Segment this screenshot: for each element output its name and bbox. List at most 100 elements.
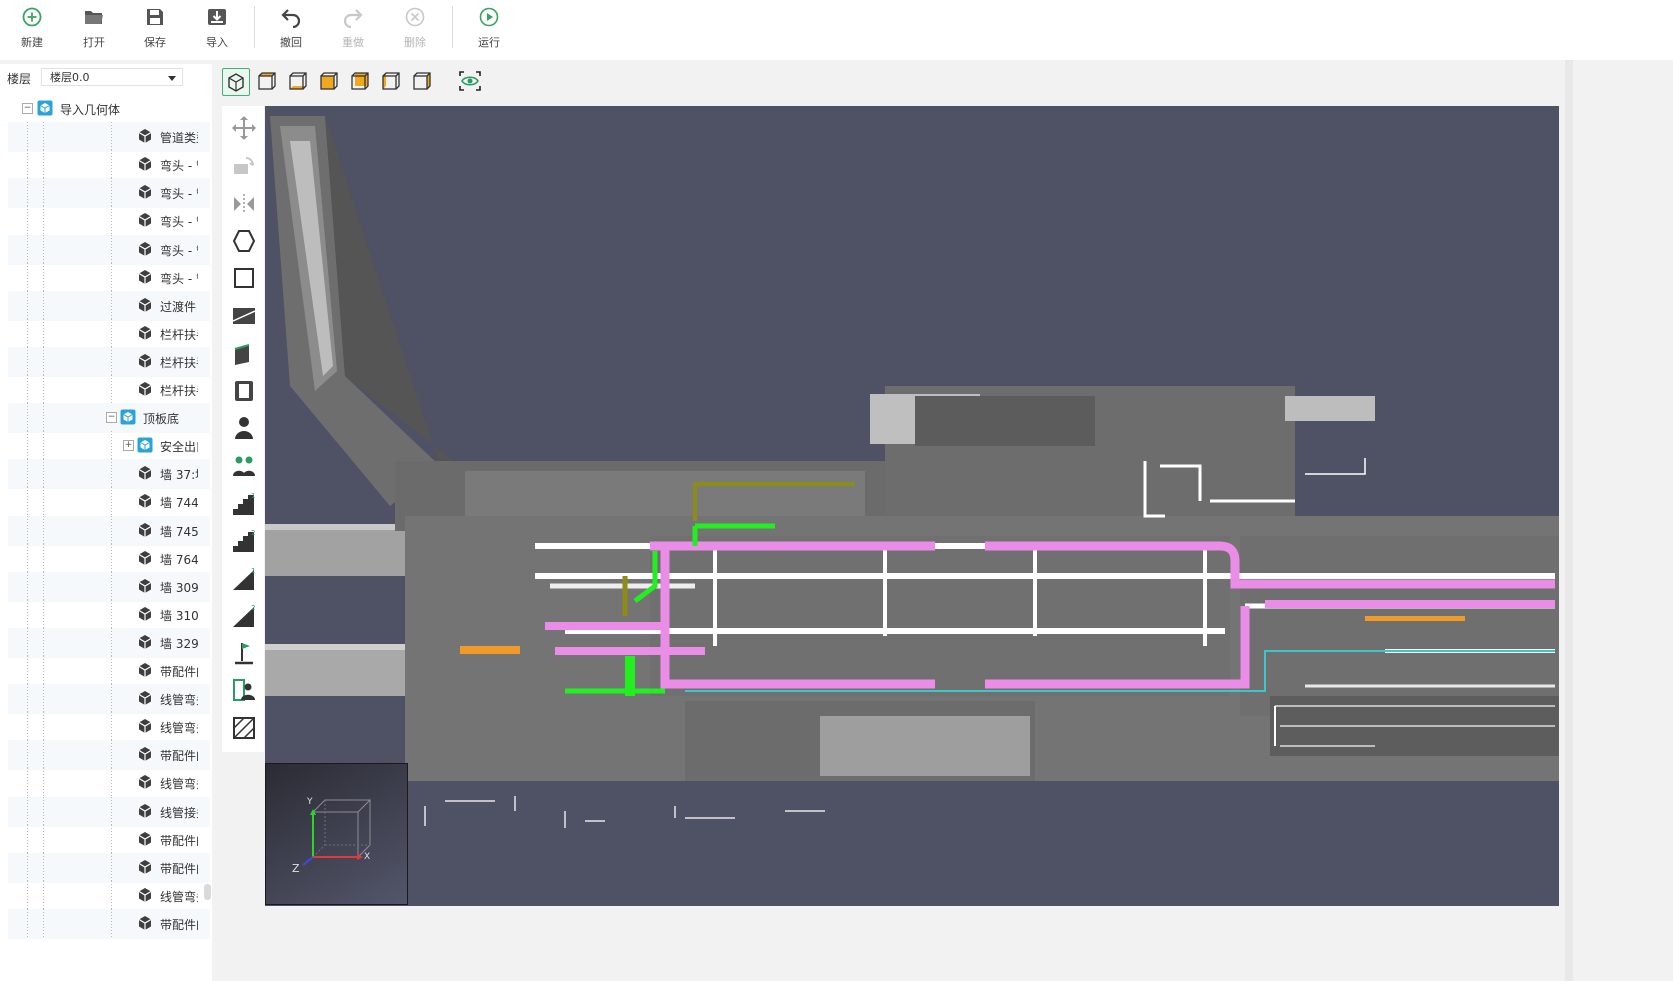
tree-item[interactable]: 弯头 - 管 <box>8 262 210 293</box>
tree-guide-line <box>27 375 28 405</box>
mirror-tool-button[interactable] <box>230 190 258 218</box>
stairs-icon: 1 <box>233 492 255 515</box>
tree-node-root[interactable]: − 导入几何体 <box>8 94 210 124</box>
view-left-button[interactable] <box>378 68 406 96</box>
tree-node-label: 过渡件 <box>160 299 197 314</box>
tree-guide-line <box>27 908 28 939</box>
tree-guide-line <box>27 150 28 181</box>
tree-item[interactable]: 线管接头 <box>8 796 210 827</box>
undo-icon <box>266 4 316 32</box>
tree-node-group[interactable]: − 顶板底 <box>8 403 210 434</box>
tree-item[interactable]: 弯头 - 管 <box>8 206 210 237</box>
tree-guide-line <box>27 318 28 349</box>
open-button[interactable]: 打开 <box>69 4 119 54</box>
wall-tool-button[interactable] <box>230 340 258 368</box>
visibility-button[interactable] <box>457 68 485 96</box>
mirror-icon <box>234 194 254 214</box>
group-node-icon <box>137 437 153 453</box>
tree-item[interactable]: 线管弯头 <box>8 880 210 911</box>
tree-item[interactable]: 带配件的 <box>8 656 210 686</box>
cube-right-icon <box>413 72 431 90</box>
save-button[interactable]: 保存 <box>130 4 180 54</box>
tree-guide-line <box>27 290 28 321</box>
tree-item[interactable]: 栏杆扶手 <box>8 318 210 349</box>
occupant-tool-button[interactable] <box>230 676 258 704</box>
tree-scrollbar-thumb[interactable] <box>204 884 211 900</box>
tree-node-label: 线管接头 <box>160 805 198 820</box>
tree-guide-line <box>111 234 112 265</box>
tree-item[interactable]: 墙 37:墙 <box>8 459 210 490</box>
tree-item[interactable]: 带配件的 <box>8 824 210 855</box>
tree-item[interactable]: 墙 329:墙 <box>8 627 210 658</box>
tree-item[interactable]: 墙 309:墙 <box>8 571 210 602</box>
tree-node-label: 墙 744:墙 <box>160 496 198 511</box>
geometry-cube-icon <box>137 578 153 594</box>
tree-item[interactable]: 线管弯头 <box>8 684 210 715</box>
slab-tool-button[interactable] <box>230 302 258 330</box>
person-tool-button[interactable] <box>230 414 258 442</box>
delete-button[interactable]: 删除 <box>390 4 440 54</box>
tree-item[interactable]: 带配件的 <box>8 908 210 939</box>
tree-item[interactable]: 弯头 - 管 <box>8 178 210 209</box>
cube-iso-icon <box>228 73 244 92</box>
wall-icon <box>234 344 250 365</box>
expand-icon[interactable]: + <box>123 440 134 452</box>
redo-label: 重做 <box>342 36 364 49</box>
import-label: 导入 <box>206 36 228 49</box>
stairs-2-tool-button[interactable]: 2 <box>230 527 258 555</box>
tree-item[interactable]: 墙 764:墙 <box>8 543 210 574</box>
tree-item[interactable]: 管道类型 <box>8 122 210 153</box>
view-toolbar <box>222 66 502 100</box>
tree-item[interactable]: 线管弯头 <box>8 712 210 743</box>
view-bottom-button[interactable] <box>285 68 313 96</box>
flag-tool-button[interactable] <box>230 639 258 667</box>
run-button[interactable]: 运行 <box>464 4 514 54</box>
new-button[interactable]: 新建 <box>7 4 57 54</box>
geometry-cube-icon <box>137 915 153 931</box>
tree-item[interactable]: 弯头 - 管 <box>8 150 210 181</box>
group-tool-button[interactable] <box>230 452 258 480</box>
tree-item[interactable]: 墙 744:墙 <box>8 487 210 518</box>
ramp-2-tool-button[interactable]: 2 <box>230 602 258 630</box>
collapse-icon[interactable]: − <box>22 103 33 114</box>
door-tool-button[interactable] <box>230 377 258 405</box>
undo-label: 撤回 <box>280 36 302 49</box>
page-scrollbar[interactable] <box>1565 60 1573 981</box>
tree-item[interactable]: 墙 310:墙 <box>8 599 210 630</box>
import-button[interactable]: 导入 <box>192 4 242 54</box>
tree-item[interactable]: 栏杆扶手 <box>8 375 210 405</box>
tree-item[interactable]: 带配件的 <box>8 852 210 883</box>
rotate-tool-button[interactable] <box>230 152 258 180</box>
stairs-1-tool-button[interactable]: 1 <box>230 490 258 518</box>
view-front-button[interactable] <box>316 68 344 96</box>
undo-button[interactable]: 撤回 <box>266 4 316 54</box>
open-label: 打开 <box>83 36 105 49</box>
tree-node-safety-exit[interactable]: + 安全出口 <box>8 431 210 462</box>
view-back-button[interactable] <box>347 68 375 96</box>
slab-icon <box>232 308 256 324</box>
3d-viewport[interactable] <box>265 106 1559 906</box>
floor-dropdown[interactable]: 楼层0.0 <box>41 68 183 86</box>
ramp-1-tool-button[interactable]: 1 <box>230 565 258 593</box>
people-group-icon <box>233 456 255 476</box>
tree-node-label: 线管弯头 <box>160 889 198 904</box>
move-tool-button[interactable] <box>230 114 258 142</box>
tree-item[interactable]: 过渡件 <box>8 290 210 321</box>
tree-guide-line <box>111 824 112 855</box>
tree-item[interactable]: 弯头 - 管 <box>8 234 210 265</box>
collapse-icon[interactable]: − <box>106 412 117 424</box>
redo-button[interactable]: 重做 <box>328 4 378 54</box>
rectangle-tool-button[interactable] <box>230 264 258 292</box>
tree-item[interactable]: 墙 745:墙 <box>8 515 210 546</box>
tree-item[interactable]: 带配件的 <box>8 740 210 771</box>
view-top-button[interactable] <box>254 68 282 96</box>
area-tool-button[interactable] <box>230 714 258 742</box>
view-right-button[interactable] <box>409 68 437 96</box>
tree-guide-line <box>43 150 44 181</box>
tree-item[interactable]: 栏杆扶手 <box>8 346 210 377</box>
tree-item[interactable]: 线管弯头 <box>8 768 210 799</box>
tree-guide-line <box>27 346 28 377</box>
view-iso-button[interactable] <box>222 68 250 96</box>
floor-selected-value: 楼层0.0 <box>50 71 90 84</box>
polygon-tool-button[interactable] <box>230 227 258 255</box>
